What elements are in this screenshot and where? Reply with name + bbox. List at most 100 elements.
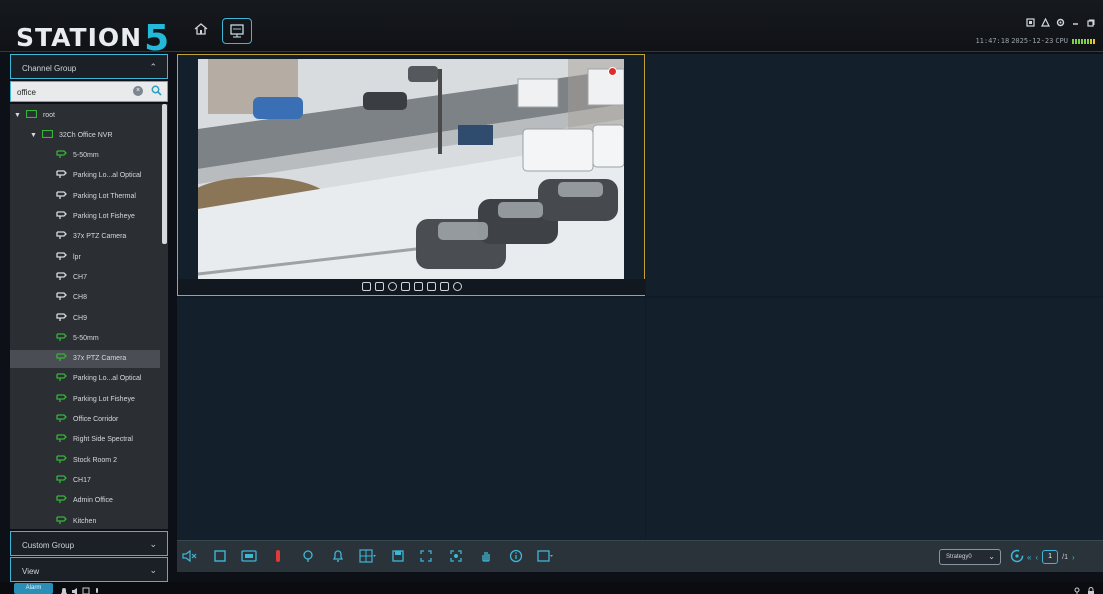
ptz-icon[interactable] [426, 282, 436, 291]
next-page-icon[interactable]: › [1072, 553, 1075, 562]
alarm-button[interactable]: Alarm [14, 583, 53, 594]
split-screen-icon[interactable] [359, 549, 377, 568]
speaker-icon[interactable] [71, 583, 79, 594]
tree-item[interactable]: Parking Lot Thermal [10, 187, 160, 205]
tree-item[interactable]: 37x PTZ Camera [10, 228, 160, 246]
strategy-select[interactable]: Strategy0 ⌄ [939, 549, 1001, 565]
talk-icon[interactable] [413, 282, 423, 291]
page-number-input[interactable]: 1 [1042, 550, 1059, 564]
stream-icon[interactable] [439, 282, 449, 291]
expand-triangle-icon[interactable]: ▼ [30, 132, 37, 139]
audio-icon[interactable] [400, 282, 410, 291]
tree-item[interactable]: 5-50mm [10, 329, 160, 347]
tree-item[interactable]: ▼ root [10, 106, 160, 124]
tree-item-label: Admin Office [73, 497, 113, 505]
restore-icon[interactable] [1086, 14, 1095, 32]
camera-icon [56, 150, 67, 161]
view-header[interactable]: View ⌄ [10, 557, 168, 582]
tree-item[interactable]: 37x PTZ Camera [10, 349, 160, 368]
view-label: View [22, 567, 40, 576]
prev-page-icon[interactable]: ‹ [1035, 553, 1038, 562]
channel-search-input[interactable]: office × [10, 81, 168, 102]
chevron-down-icon[interactable]: ⌄ [149, 539, 157, 550]
alert-icon[interactable] [1041, 14, 1050, 32]
zoom-icon[interactable] [387, 282, 397, 291]
cpu-usage-bar [1072, 38, 1095, 44]
channel-group-header[interactable]: Channel Group ⌃ [10, 54, 168, 79]
tree-item[interactable]: CH17 [10, 471, 160, 489]
video-cell-4[interactable] [646, 298, 1103, 540]
tree-item[interactable]: Admin Office [10, 492, 160, 510]
tree-scrollbar-thumb[interactable] [162, 104, 167, 244]
tree-item-label: CH7 [73, 273, 88, 281]
camera-video-feed[interactable] [198, 59, 624, 282]
search-value: office [17, 88, 36, 97]
clear-search-icon[interactable]: × [133, 86, 143, 96]
screen-icon[interactable] [82, 583, 90, 594]
expand-triangle-icon[interactable]: ▼ [14, 112, 21, 119]
lock-icon[interactable] [1087, 583, 1095, 594]
live-view-layout-button[interactable] [222, 18, 252, 44]
tree-item[interactable]: CH7 [10, 268, 160, 286]
tree-item[interactable]: lpr [10, 248, 160, 266]
nvr-icon [41, 130, 54, 140]
bell-icon[interactable] [60, 583, 68, 594]
hand-icon[interactable] [479, 549, 493, 568]
parking-lot-snow-image [198, 59, 624, 282]
tree-item[interactable]: 5-50mm [10, 147, 160, 165]
video-cell-1[interactable] [177, 54, 645, 296]
tree-item[interactable]: CH8 [10, 289, 160, 307]
refresh-icon[interactable] [1009, 548, 1025, 569]
tree-item[interactable]: Office Corridor [10, 411, 160, 429]
total-pages: /1 [1062, 553, 1068, 561]
minimize-icon[interactable] [1071, 14, 1080, 32]
camera-icon [56, 495, 67, 506]
tree-item[interactable]: Parking Lot Fisheye [10, 390, 160, 408]
snapshot-icon[interactable] [361, 282, 371, 291]
pin-icon[interactable] [1073, 583, 1081, 594]
clock-time: 11:47:18 [975, 37, 1010, 45]
tree-item[interactable]: Parking Lot Fisheye [10, 208, 160, 226]
auto-sequence-icon[interactable] [449, 549, 463, 568]
tree-item[interactable]: CH9 [10, 309, 160, 327]
video-cell-3[interactable] [177, 298, 645, 540]
camera-icon [56, 353, 67, 364]
screen-icon[interactable] [1026, 14, 1035, 32]
close-cell-icon[interactable] [452, 282, 462, 291]
monitor-icon [230, 24, 244, 38]
location-icon[interactable] [301, 549, 315, 568]
chevron-down-icon[interactable]: ⌄ [149, 565, 157, 576]
stop-all-icon[interactable] [213, 549, 227, 568]
fullscreen-icon[interactable] [419, 549, 433, 568]
tree-item[interactable]: Kitchen [10, 512, 160, 529]
camera-icon [56, 373, 67, 384]
video-cell-2[interactable] [646, 54, 1103, 296]
stream-type-icon[interactable] [241, 549, 257, 568]
tree-item[interactable]: Parking Lo...al Optical [10, 370, 160, 388]
tree-item[interactable]: Right Side Spectral [10, 431, 160, 449]
recording-indicator-icon [608, 67, 617, 76]
mute-icon[interactable] [181, 549, 197, 568]
folder-icon [25, 109, 38, 120]
settings-icon[interactable] [1056, 14, 1065, 32]
record-all-icon[interactable] [271, 549, 285, 568]
custom-group-header[interactable]: Custom Group ⌄ [10, 531, 168, 556]
record-icon[interactable] [374, 282, 384, 291]
info-icon[interactable] [509, 549, 523, 568]
search-icon[interactable] [151, 85, 162, 98]
channel-tree: Kitchen Admin Office CH17 Stock Room 2 Right… [10, 104, 168, 529]
microphone-icon[interactable] [93, 583, 101, 593]
tree-item-label: 5-50mm [73, 152, 99, 160]
bell-icon[interactable] [331, 549, 345, 568]
window-options-icon[interactable] [537, 549, 555, 568]
chevron-up-icon[interactable]: ⌃ [149, 62, 157, 73]
tree-item[interactable]: Parking Lo...al Optical [10, 167, 160, 185]
tree-item-label: Kitchen [73, 517, 97, 525]
video-grid [177, 54, 1103, 540]
save-view-icon[interactable] [391, 549, 405, 568]
first-page-icon[interactable]: « [1027, 553, 1031, 562]
home-icon[interactable] [194, 22, 208, 40]
tree-item[interactable]: Stock Room 2 [10, 451, 160, 469]
tree-item[interactable]: ▼ 32Ch Office NVR [10, 126, 160, 144]
status-bar: Alarm [0, 582, 1103, 594]
